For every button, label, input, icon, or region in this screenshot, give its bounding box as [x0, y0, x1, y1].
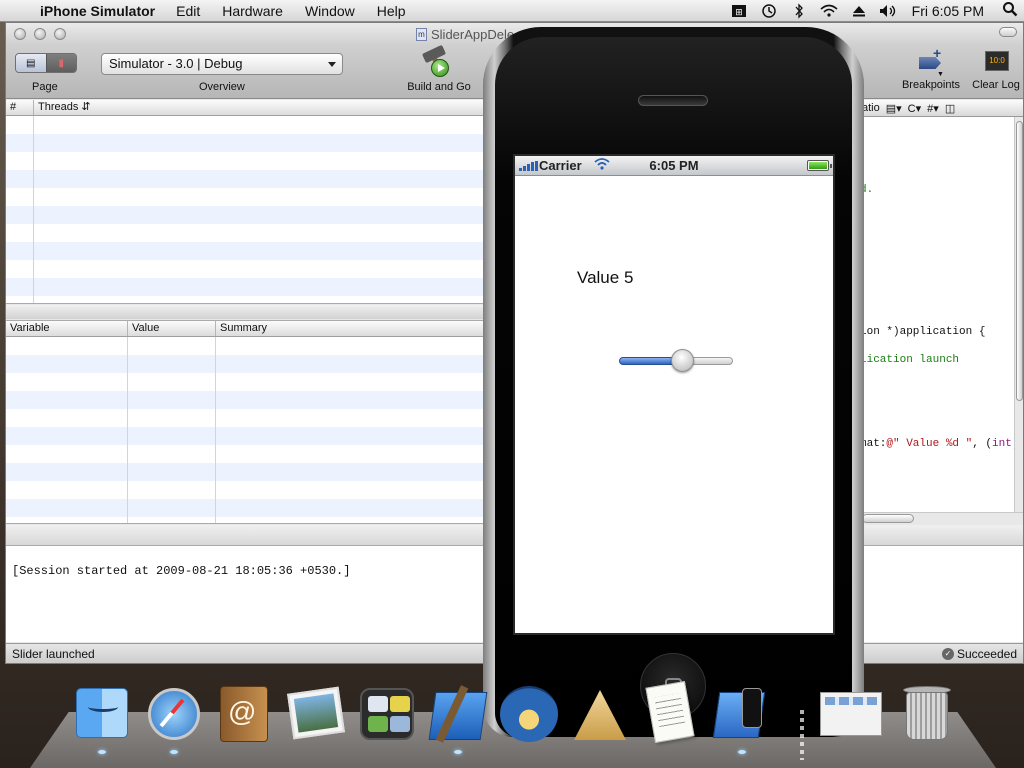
safari-icon[interactable]: [144, 682, 204, 754]
iphone-front: Carrier 6:05 PM Value 5: [495, 37, 852, 737]
document-icon: m: [416, 28, 427, 41]
slider-thumb[interactable]: [671, 349, 694, 372]
column-header-number[interactable]: #: [6, 100, 34, 115]
stack-icon[interactable]: [820, 682, 882, 744]
classes-popup[interactable]: C▾: [908, 102, 921, 115]
code-line: lication launch: [860, 354, 960, 366]
code-line: mat:@" Value %d ", (int)s: [860, 438, 1023, 450]
minimize-window-button[interactable]: [34, 28, 46, 40]
iphoto-icon[interactable]: [286, 682, 346, 744]
iphone-simulator-device: Carrier 6:05 PM Value 5: [483, 27, 864, 737]
variables-table-body: [6, 337, 485, 523]
status-message: Slider launched: [12, 647, 95, 661]
bluetooth-icon[interactable]: [784, 2, 814, 19]
window-title-text: SliderAppDele: [431, 27, 515, 42]
clear-log-label: Clear Log: [972, 79, 1020, 91]
breakpoints-button[interactable]: + ▼ Breakpoints: [896, 45, 966, 91]
time-machine-icon[interactable]: [754, 3, 784, 19]
editor-vertical-scrollbar[interactable]: [1014, 117, 1023, 512]
page-segmented-control[interactable]: ▤ ▮: [15, 53, 77, 73]
dashboard-icon[interactable]: [356, 682, 416, 744]
build-status-text: Succeeded: [956, 647, 1017, 661]
column-header-variable[interactable]: Variable: [6, 321, 128, 336]
ios-clock: 6:05 PM: [649, 158, 699, 173]
wifi-icon[interactable]: [814, 4, 844, 18]
column-header-value[interactable]: Value: [128, 321, 216, 336]
svg-text:⊞: ⊞: [735, 8, 743, 18]
build-and-go-label: Build and Go: [407, 81, 471, 93]
column-header-summary[interactable]: Summary: [216, 321, 485, 336]
ios-status-bar: Carrier 6:05 PM: [515, 156, 833, 176]
finder-icon[interactable]: [72, 682, 132, 754]
editor-nav-bar: atio ▤▾ C▾ #▾ ◫: [860, 100, 1023, 117]
menu-extra-icon[interactable]: ⊞: [724, 4, 754, 18]
code-line: ion *)application {: [860, 326, 986, 338]
menu-clock[interactable]: Fri 6:05 PM: [904, 3, 996, 19]
breakpoints-label: Breakpoints: [901, 79, 961, 91]
breakpoint-icon: + ▼: [917, 45, 945, 78]
iphone-screen[interactable]: Carrier 6:05 PM Value 5: [513, 154, 835, 635]
threads-table-body: [6, 116, 485, 303]
close-window-button[interactable]: [14, 28, 26, 40]
menu-bar: iPhone Simulator Edit Hardware Window He…: [0, 0, 1024, 22]
threads-table[interactable]: # Threads ⇵: [6, 100, 485, 304]
build-and-go-button[interactable]: Build and Go: [404, 44, 474, 97]
page-debugger-icon[interactable]: ▮: [45, 54, 76, 72]
page-label: Page: [32, 81, 58, 93]
build-and-go-icon: [421, 44, 457, 79]
clear-log-button[interactable]: 10:0 Clear Log: [968, 47, 1024, 91]
menu-app-name[interactable]: iPhone Simulator: [40, 3, 165, 19]
source-editor[interactable]: atio ▤▾ C▾ #▾ ◫ d. ion *)application { l…: [860, 100, 1023, 524]
textedit-icon[interactable]: [640, 680, 700, 744]
variables-table[interactable]: Variable Value Summary: [6, 320, 485, 524]
toolbar-toggle-button[interactable]: [999, 27, 1017, 37]
trash-icon[interactable]: [896, 682, 956, 744]
column-header-threads[interactable]: Threads ⇵: [34, 100, 485, 115]
build-status: ✓ Succeeded: [941, 647, 1017, 661]
menu-edit[interactable]: Edit: [165, 3, 211, 19]
console-text: [Session started at 2009-08-21 18:05:36 …: [12, 564, 351, 578]
address-book-icon[interactable]: @: [214, 682, 274, 744]
window-title: m SliderAppDele: [416, 27, 514, 42]
console-icon: 10:0: [981, 47, 1011, 77]
menu-hardware[interactable]: Hardware: [211, 3, 294, 19]
instruments-icon[interactable]: [570, 682, 630, 744]
xcode-icon[interactable]: [428, 682, 488, 754]
menu-window[interactable]: Window: [294, 3, 366, 19]
build-succeeded-icon: ✓: [941, 648, 954, 660]
zoom-window-button[interactable]: [54, 28, 66, 40]
page-editor-icon[interactable]: ▤: [16, 54, 46, 72]
overview-popup[interactable]: Simulator - 3.0 | Debug: [101, 53, 343, 75]
includes-popup[interactable]: #▾: [927, 102, 939, 115]
threads-table-header: # Threads ⇵: [6, 100, 485, 116]
overview-popup-value: Simulator - 3.0 | Debug: [109, 56, 243, 71]
iphone-simulator-icon[interactable]: [712, 682, 772, 754]
overview-label: Overview: [199, 81, 245, 93]
volume-icon[interactable]: [874, 4, 904, 18]
split-editor-icon[interactable]: ◫: [945, 102, 955, 115]
chevron-down-icon: [328, 62, 336, 67]
sort-arrows-icon: ⇵: [81, 101, 91, 113]
function-popup[interactable]: atio: [862, 102, 880, 114]
variables-table-header: Variable Value Summary: [6, 321, 485, 337]
split-view-divider[interactable]: [6, 305, 485, 319]
spotlight-search-icon[interactable]: [996, 1, 1024, 20]
battery-icon: [807, 160, 832, 171]
thunderbird-icon[interactable]: [498, 682, 558, 744]
value-slider[interactable]: [619, 349, 733, 373]
bookmarks-icon[interactable]: ▤▾: [886, 102, 902, 115]
earpiece-speaker: [638, 95, 708, 106]
eject-icon[interactable]: [844, 4, 874, 18]
slider-value-label: Value 5: [577, 268, 634, 287]
dock-separator: [800, 710, 804, 760]
editor-horizontal-scrollbar[interactable]: [860, 512, 1023, 524]
menu-help[interactable]: Help: [366, 3, 417, 19]
